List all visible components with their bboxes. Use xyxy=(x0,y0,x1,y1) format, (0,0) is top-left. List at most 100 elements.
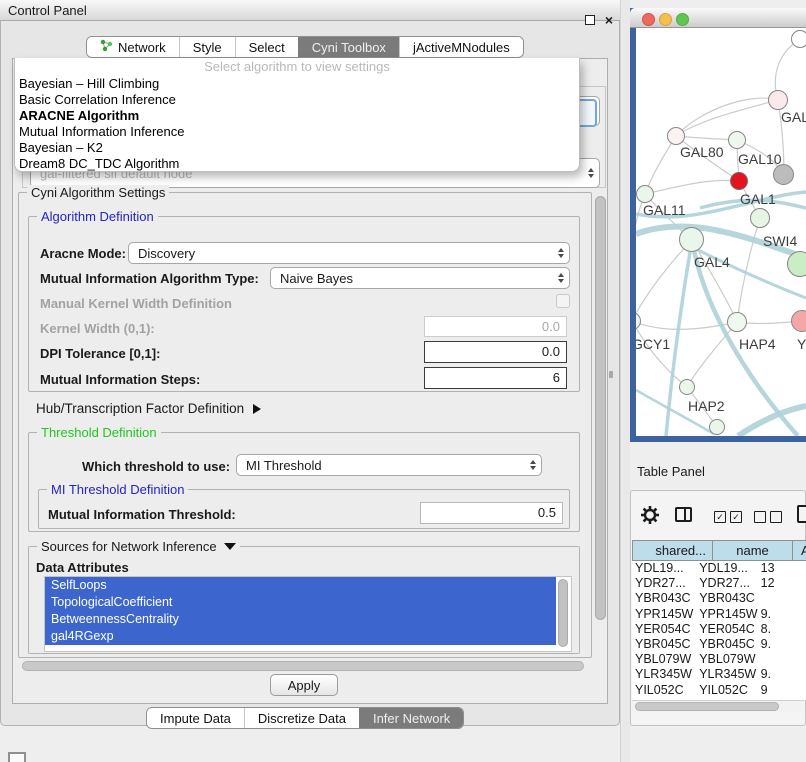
combobox-stepper[interactable] xyxy=(558,273,564,283)
show-columns-icon[interactable] xyxy=(675,507,692,522)
combobox-stepper[interactable] xyxy=(530,460,536,470)
network-node-gal1-selected[interactable] xyxy=(730,172,748,190)
settings-vertical-scrollbar[interactable] xyxy=(595,196,606,620)
cell: YIL052C xyxy=(632,683,695,698)
network-node-gal80[interactable] xyxy=(667,127,685,145)
combobox-stepper[interactable] xyxy=(558,248,564,258)
cell: YIL052C xyxy=(695,683,758,698)
apply-button[interactable]: Apply xyxy=(270,674,338,696)
close-traffic-light[interactable] xyxy=(642,13,655,26)
table-settings-gear-icon[interactable] xyxy=(640,505,660,530)
network-canvas[interactable]: GAL GAL80 GAL10 GAL1 GAL11 GAL4 SWI4 GCY… xyxy=(636,28,806,436)
network-node-gal11[interactable] xyxy=(636,185,654,203)
node-label: GAL80 xyxy=(680,144,724,160)
tab-jactivemnodules[interactable]: jActiveMNodules xyxy=(399,37,523,57)
network-node-swi4[interactable] xyxy=(787,251,806,277)
network-node-gal4[interactable] xyxy=(679,227,704,252)
close-icon[interactable]: × xyxy=(601,12,617,28)
attributes-list-scrollbar[interactable] xyxy=(558,579,568,647)
dropdown-item-highlighted[interactable]: ARACNE Algorithm xyxy=(15,108,579,124)
tab-network[interactable]: Network xyxy=(87,37,179,57)
tab-select-label: Select xyxy=(249,40,285,55)
panel-divider[interactable] xyxy=(620,0,630,762)
settings-horizontal-scrollbar[interactable] xyxy=(22,661,584,671)
expand-arrow-icon xyxy=(253,404,261,414)
attribute-item-selected[interactable]: BetweennessCentrality xyxy=(45,611,556,628)
network-view-titlebar[interactable] xyxy=(630,8,806,28)
node-label: GAL xyxy=(781,109,806,125)
table-hscrollbar-thumb[interactable] xyxy=(635,702,779,711)
dropdown-item[interactable]: Bayesian – Hill Climbing xyxy=(15,76,579,92)
column-header-partial[interactable]: A xyxy=(792,540,806,561)
table-row[interactable]: YBR043CYBR043C xyxy=(632,591,806,606)
network-node-gal-partial[interactable] xyxy=(768,90,788,110)
which-threshold-combobox[interactable]: MI Threshold xyxy=(236,454,542,476)
dropdown-item[interactable]: Bayesian – K2 xyxy=(15,140,579,156)
hub-definition-expander[interactable]: Hub/Transcription Factor Definition xyxy=(36,401,261,416)
mi-algorithm-type-combobox[interactable]: Naive Bayes xyxy=(270,267,570,289)
partial-toolbar-icon[interactable] xyxy=(797,505,806,523)
table-row[interactable]: YIL052CYIL052C9 xyxy=(632,683,806,698)
node-label: GCY1 xyxy=(636,336,670,352)
table-row[interactable]: YER054CYER054C8. xyxy=(632,622,806,637)
algorithm-definition-title: Algorithm Definition xyxy=(37,209,158,224)
attribute-item-selected[interactable]: TopologicalCoefficient xyxy=(45,594,556,611)
mi-steps-field[interactable]: 6 xyxy=(424,367,567,389)
dropdown-item[interactable]: Dream8 DC_TDC Algorithm xyxy=(15,156,579,172)
sources-title[interactable]: Sources for Network Inference xyxy=(37,539,240,554)
network-node-gal10[interactable] xyxy=(728,131,746,149)
combobox-stepper[interactable] xyxy=(588,168,594,178)
tab-select[interactable]: Select xyxy=(235,37,298,57)
deselect-all-columns-icon[interactable] xyxy=(754,511,782,523)
table-row[interactable]: YDL19...YDL19...13 xyxy=(632,561,806,576)
tab-infer-network[interactable]: Infer Network xyxy=(359,708,463,728)
network-node-gray[interactable] xyxy=(773,164,794,185)
column-header-shared-name[interactable]: shared... xyxy=(632,540,713,561)
hub-definition-label: Hub/Transcription Factor Definition xyxy=(36,401,244,416)
network-node[interactable] xyxy=(709,419,725,435)
dropdown-item[interactable]: Mutual Information Inference xyxy=(15,124,579,140)
network-node[interactable] xyxy=(750,208,770,228)
table-row[interactable]: YLR345WYLR345W9. xyxy=(632,667,806,682)
network-node-hap4[interactable] xyxy=(727,312,747,332)
cell: 8. xyxy=(759,622,806,637)
table-row[interactable]: YBL079WYBL079W xyxy=(632,652,806,667)
node-label: GAL1 xyxy=(740,191,776,207)
node-label: SWI4 xyxy=(763,233,797,249)
network-node-salmon[interactable] xyxy=(791,310,806,332)
dropdown-placeholder: Select algorithm to view settings xyxy=(15,58,579,76)
zoom-traffic-light[interactable] xyxy=(676,13,689,26)
select-all-columns-icon[interactable]: ✓✓ xyxy=(714,511,742,523)
aracne-mode-combobox[interactable]: Discovery xyxy=(128,242,570,264)
dpi-tolerance-field[interactable]: 0.0 xyxy=(424,341,567,363)
floating-panel-icon[interactable] xyxy=(8,752,26,762)
node-label: GAL4 xyxy=(694,254,730,270)
divider-grip[interactable] xyxy=(609,371,613,378)
tab-cyni-toolbox[interactable]: Cyni Toolbox xyxy=(298,37,399,57)
kernel-width-field[interactable]: 0.0 xyxy=(424,316,567,337)
algorithm-dropdown-popup: Select algorithm to view settings Bayesi… xyxy=(14,58,580,172)
cell: YPR145W xyxy=(695,607,758,622)
network-node[interactable] xyxy=(791,30,806,48)
checked-box-icon: ✓ xyxy=(730,511,742,523)
tab-discretize-data[interactable]: Discretize Data xyxy=(244,708,359,728)
table-panel-title: Table Panel xyxy=(637,464,705,479)
cyni-bottom-tabbar: Impute Data Discretize Data Infer Networ… xyxy=(146,707,464,729)
table-row[interactable]: YBR045CYBR045C9. xyxy=(632,637,806,652)
attribute-item-selected[interactable]: gal4RGexp xyxy=(45,628,556,645)
float-window-icon[interactable] xyxy=(585,15,595,25)
minimize-traffic-light[interactable] xyxy=(659,13,672,26)
control-panel-titlebar: Control Panel xyxy=(0,0,620,21)
mi-threshold-field[interactable]: 0.5 xyxy=(420,502,563,524)
column-header-name[interactable]: name xyxy=(712,540,793,561)
network-node-hap2[interactable] xyxy=(679,379,695,395)
dropdown-item[interactable]: Basic Correlation Inference xyxy=(15,92,579,108)
node-label: GAL11 xyxy=(643,202,686,218)
table-row[interactable]: YDR27...YDR27...12 xyxy=(632,576,806,591)
table-row[interactable]: YPR145WYPR145W9. xyxy=(632,607,806,622)
cell: YDR27... xyxy=(695,576,758,591)
tab-impute-data[interactable]: Impute Data xyxy=(147,708,244,728)
tab-style[interactable]: Style xyxy=(179,37,235,57)
attribute-item-selected[interactable]: SelfLoops xyxy=(45,577,556,594)
manual-kernel-width-checkbox[interactable] xyxy=(556,294,570,308)
